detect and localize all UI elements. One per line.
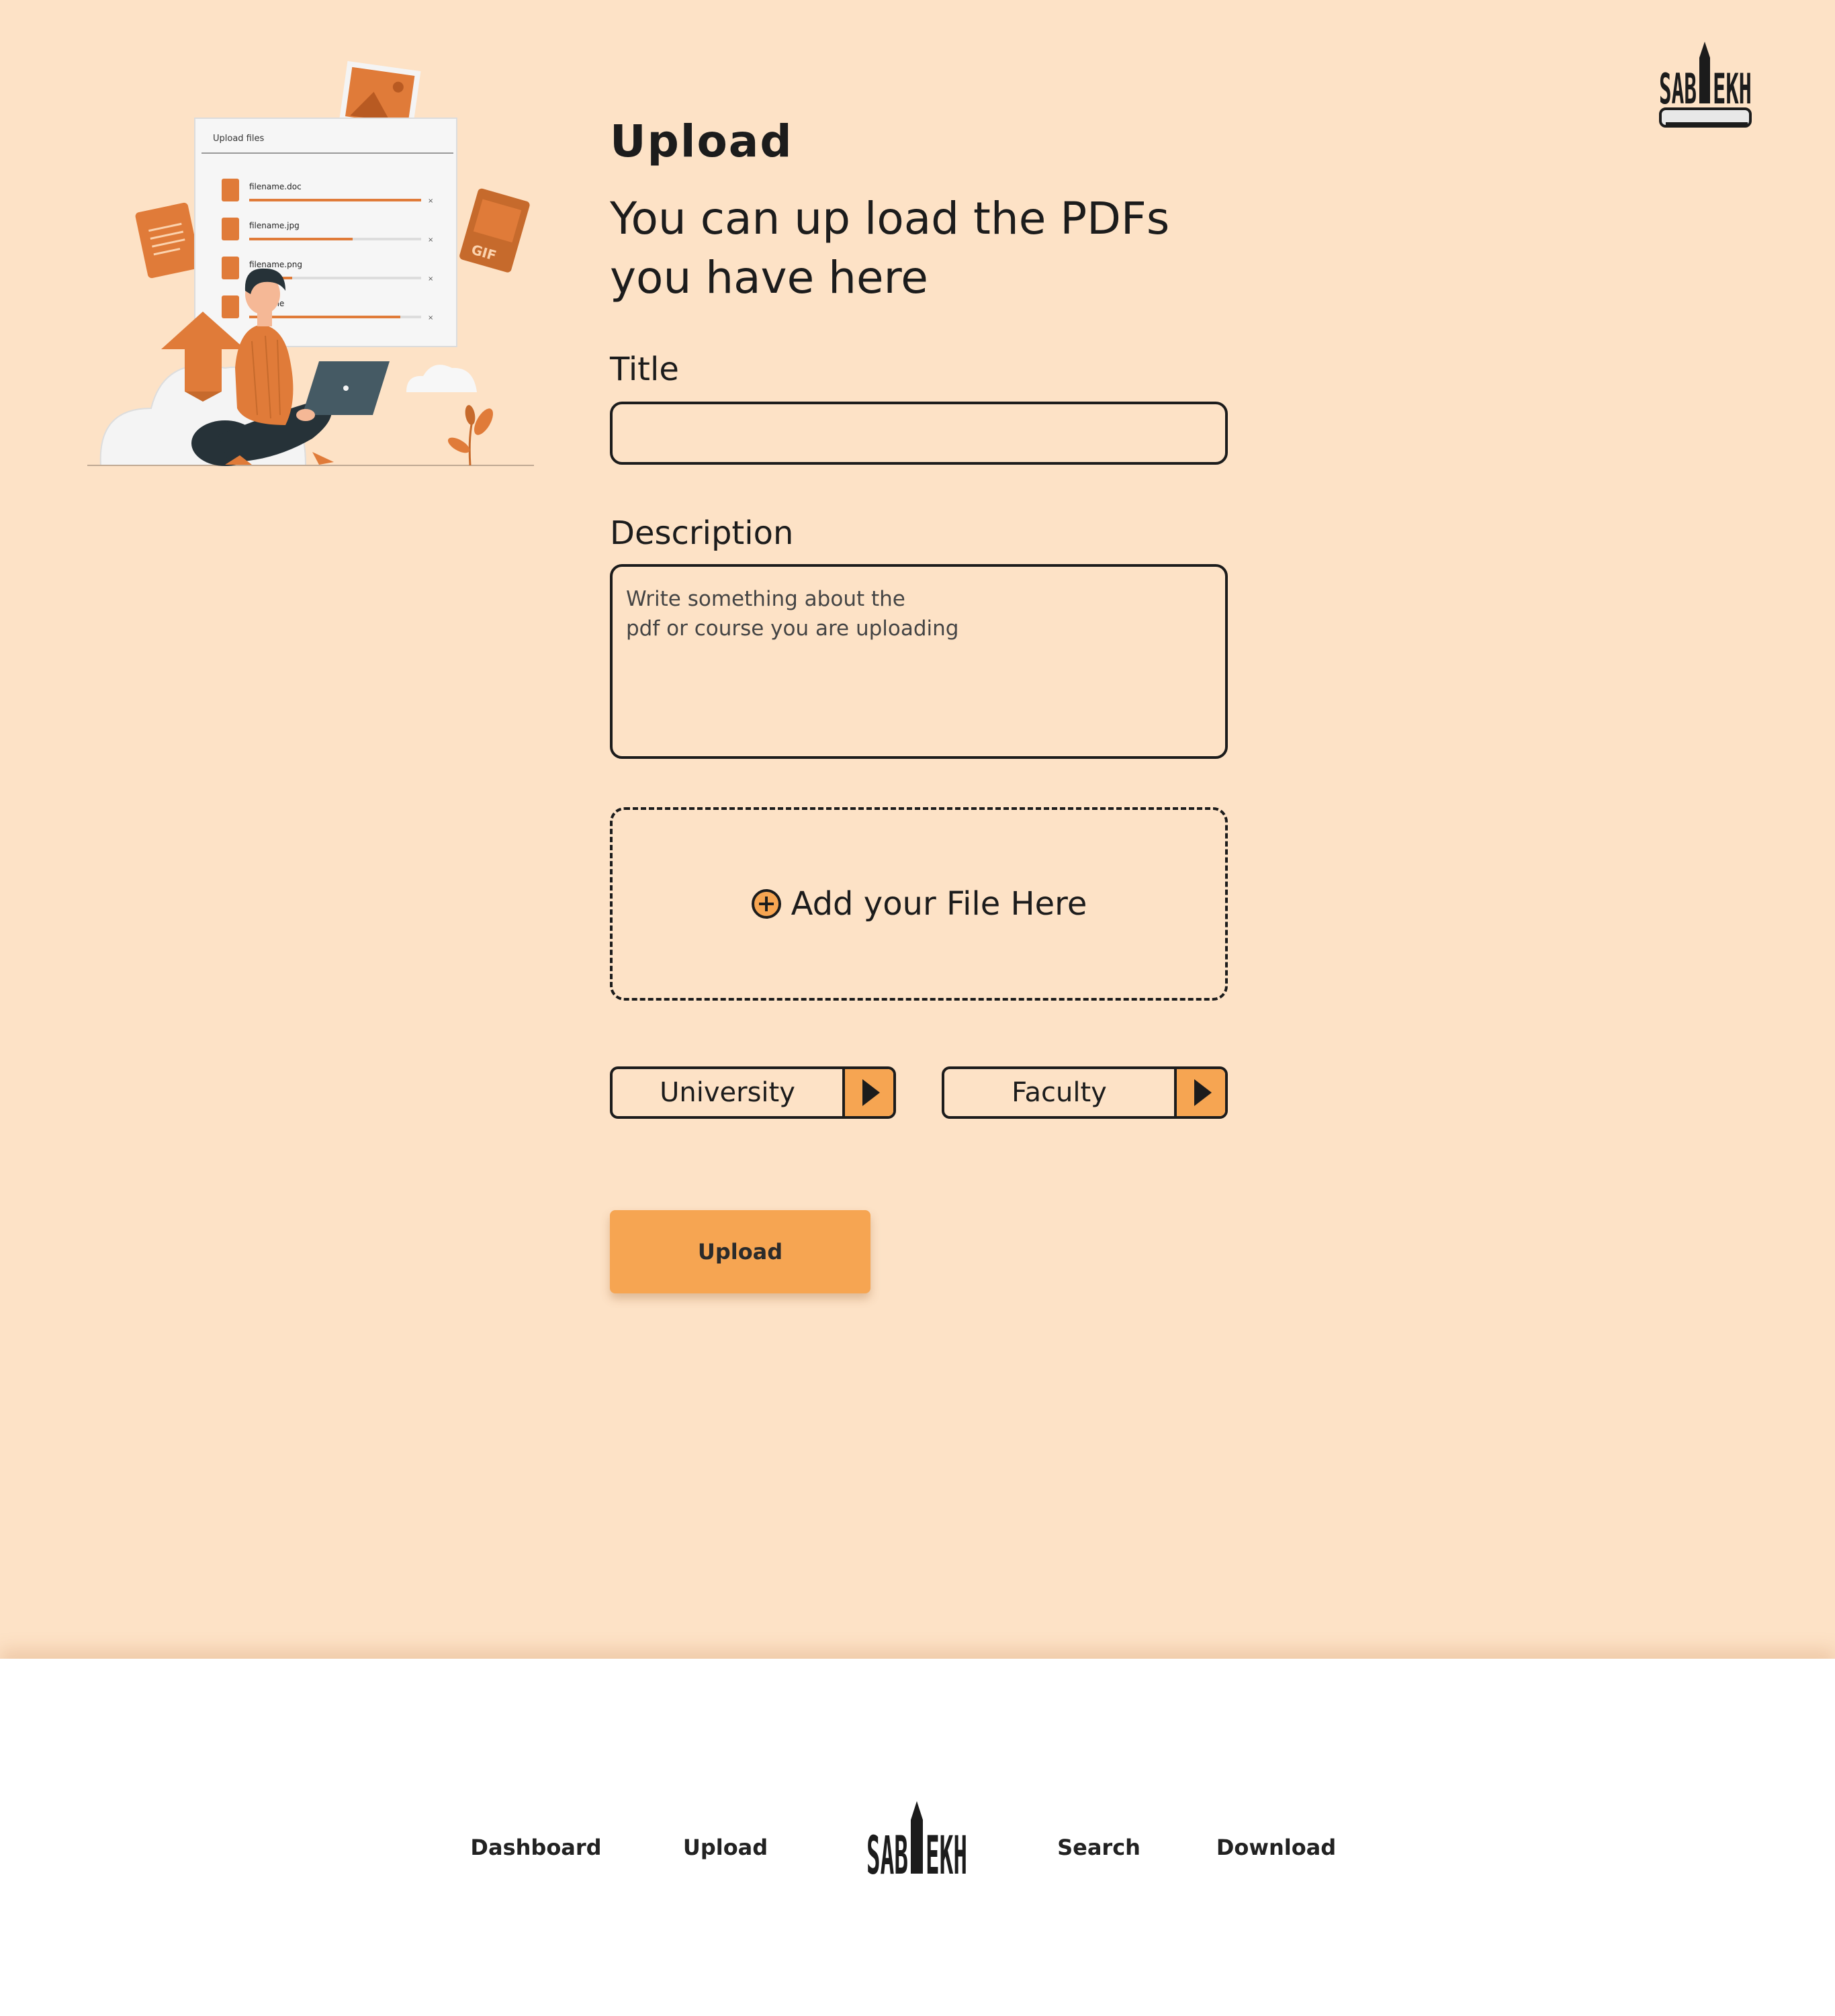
university-select-arrow[interactable]: [842, 1069, 893, 1116]
svg-text:×: ×: [428, 236, 433, 244]
title-label: Title: [610, 351, 679, 388]
faculty-select-arrow[interactable]: [1174, 1069, 1225, 1116]
svg-text:SAB: SAB: [1659, 64, 1697, 113]
nav-dashboard[interactable]: Dashboard: [470, 1835, 601, 1860]
add-circle-icon: [751, 889, 781, 919]
svg-text:SAB: SAB: [866, 1826, 908, 1878]
faculty-select[interactable]: Faculty: [942, 1066, 1228, 1119]
nav-search[interactable]: Search: [1057, 1835, 1140, 1860]
upload-button[interactable]: Upload: [610, 1210, 870, 1293]
file-dropzone[interactable]: Add your File Here: [610, 807, 1228, 1001]
play-arrow-icon: [1194, 1079, 1212, 1106]
subtitle-line: you have here: [610, 252, 928, 304]
sablekh-logo-icon: SAB EKH: [1659, 42, 1752, 128]
footer: Dashboard Upload SAB EKH Search Download: [0, 1659, 1835, 2016]
file-name: filename.doc: [249, 182, 302, 191]
description-label: Description: [610, 514, 794, 552]
university-select[interactable]: University: [610, 1066, 896, 1119]
page-subtitle: You can up load the PDFs you have here: [610, 189, 1214, 308]
footer-nav: Dashboard Upload SAB EKH Search Download: [0, 1659, 1835, 2016]
play-arrow-icon: [862, 1079, 880, 1106]
svg-text:EKH: EKH: [1713, 64, 1752, 113]
svg-text:×: ×: [428, 197, 433, 205]
page-title: Upload: [610, 116, 793, 167]
panel-title: Upload files: [213, 134, 264, 144]
file-name: filename.png: [249, 260, 302, 269]
nav-upload[interactable]: Upload: [683, 1835, 768, 1860]
dropzone-content: Add your File Here: [751, 885, 1087, 923]
faculty-select-label: Faculty: [1012, 1077, 1107, 1108]
svg-text:EKH: EKH: [926, 1826, 967, 1878]
sablekh-logo-icon[interactable]: SAB EKH: [866, 1800, 969, 1878]
university-select-label: University: [660, 1077, 795, 1108]
subtitle-line: You can up load the PDFs: [610, 193, 1170, 244]
svg-text:×: ×: [428, 314, 433, 322]
upload-page: GIF Upload files filename.doc × filename…: [0, 0, 1835, 1659]
file-name: filename.jpg: [249, 221, 300, 230]
title-input[interactable]: [610, 402, 1228, 465]
nav-download[interactable]: Download: [1216, 1835, 1336, 1860]
svg-text:×: ×: [428, 275, 433, 283]
description-input[interactable]: [610, 564, 1228, 759]
dropzone-label: Add your File Here: [791, 885, 1087, 923]
upload-files-illustration: GIF Upload files filename.doc × filename…: [87, 60, 534, 466]
